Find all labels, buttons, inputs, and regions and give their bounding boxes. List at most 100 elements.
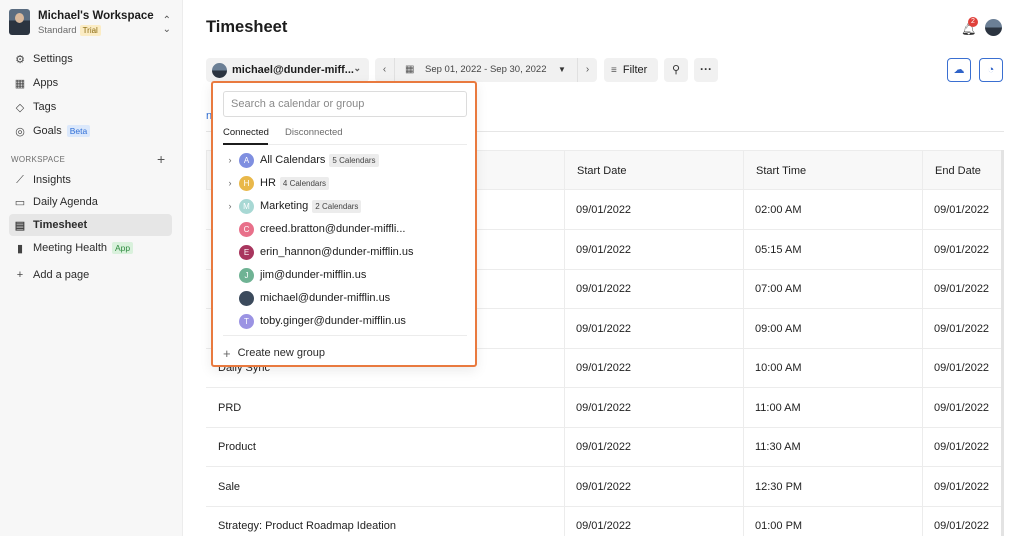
more-options-button[interactable]: ··· — [694, 58, 718, 82]
sidebar-item-meeting-health[interactable]: ▮ Meeting Health App — [9, 237, 172, 259]
chevron-down-icon: ⌄ — [353, 63, 361, 73]
table-cell: 10:00 AM — [755, 362, 802, 374]
table-cell: 09/01/2022 — [934, 322, 990, 335]
calendar-label: creed.bratton@dunder-miffli... — [260, 223, 406, 235]
filter-button[interactable]: ≡ Filter — [604, 58, 658, 82]
scrollbar[interactable] — [1001, 150, 1004, 536]
calendar-item[interactable]: Eerin_hannon@dunder-mifflin.us — [223, 241, 467, 263]
table-cell: 09/01/2022 — [576, 520, 632, 532]
filter-icon: ≡ — [611, 64, 617, 76]
table-cell: 09/01/2022 — [934, 204, 990, 216]
group-avatar: H — [239, 175, 254, 191]
sidebar-item-settings[interactable]: ⚙ Settings — [9, 48, 172, 70]
calendar-item[interactable]: michael@dunder-mifflin.us — [223, 287, 467, 309]
tag-icon: ◇ — [15, 101, 25, 114]
chevron-right-icon[interactable]: › — [223, 178, 237, 188]
sidebar-item-insights[interactable]: ⟋ Insights — [9, 169, 172, 191]
table-cell: Strategy: Product Roadmap Ideation — [218, 520, 396, 532]
table-cell: PRD — [218, 401, 242, 414]
user-calendar-select[interactable]: michael@dunder-miff... ⌄ — [206, 58, 369, 82]
column-header[interactable]: End Date — [935, 151, 981, 191]
workspace-switcher[interactable]: Michael's Workspace Standard Trial ⌃ ⌄ — [9, 9, 175, 39]
workspace-section-label: WORKSPACE — [11, 155, 66, 164]
table-cell: 09/01/2022 — [576, 204, 632, 216]
calendar-search-input[interactable] — [223, 91, 467, 117]
calendar-count-badge: 4 Calendars — [279, 176, 330, 190]
group-label: Marketing — [260, 200, 309, 212]
table-cell: 07:00 AM — [755, 283, 802, 295]
agenda-icon: ▭ — [14, 196, 26, 209]
caret-down-icon[interactable]: ▼ — [558, 65, 566, 74]
search-button[interactable]: ⚲ — [664, 58, 688, 82]
table-icon: ▤ — [14, 219, 26, 232]
calendar-item[interactable]: Ttoby.ginger@dunder-mifflin.us — [223, 310, 467, 332]
table-row[interactable]: PRD 09/01/2022 11:00 AM 09/01/2022 — [206, 388, 1004, 428]
table-cell: 11:30 AM — [755, 441, 801, 453]
table-cell: 09/01/2022 — [934, 283, 990, 295]
chevron-updown-icon: ⌃ ⌄ — [162, 15, 171, 35]
table-cell: 09/01/2022 — [934, 441, 990, 453]
table-cell: 01:00 PM — [755, 520, 803, 532]
workspace-plan: Standard Trial — [38, 24, 154, 38]
calendar-label: toby.ginger@dunder-mifflin.us — [260, 315, 406, 327]
sidebar-item-add-page[interactable]: + Add a page — [9, 264, 172, 286]
create-new-group-button[interactable]: + Create new group — [223, 342, 325, 364]
cloud-download-icon: ☁ — [953, 64, 965, 76]
sidebar-item-apps[interactable]: ▦ Apps — [9, 72, 172, 94]
table-cell: 09/01/2022 — [576, 441, 632, 453]
tab-disconnected[interactable]: Disconnected — [285, 127, 343, 138]
group-avatar: M — [239, 198, 254, 214]
column-header[interactable]: Start Date — [577, 151, 627, 191]
calendar-group-dropdown: Connected Disconnected ›AAll Calendars5 … — [211, 81, 477, 367]
table-cell: 09/01/2022 — [934, 480, 990, 493]
plus-icon: + — [223, 345, 231, 361]
date-range-text[interactable]: Sep 01, 2022 - Sep 30, 2022 — [425, 64, 547, 75]
timer-button[interactable]: ◔ — [979, 58, 1003, 82]
table-row[interactable]: Strategy: Product Roadmap Ideation 09/01/… — [206, 506, 1004, 536]
calendar-label: michael@dunder-mifflin.us — [260, 292, 391, 304]
notification-badge: 2 — [968, 17, 978, 27]
sidebar-item-timesheet[interactable]: ▤ Timesheet — [9, 214, 172, 236]
group-label: All Calendars — [260, 154, 326, 166]
date-range-picker: ‹ ▦ Sep 01, 2022 - Sep 30, 2022 ▼ › — [375, 58, 597, 82]
calendar-group-item[interactable]: › M Marketing 2 Calendars — [223, 195, 467, 217]
table-cell: Sale — [218, 480, 241, 493]
search-icon: ⚲ — [671, 64, 681, 76]
table-cell: 09:00 AM — [755, 322, 802, 335]
table-row[interactable]: Sale 09/01/2022 12:30 PM 09/01/2022 — [206, 467, 1004, 507]
next-period-button[interactable]: › — [577, 58, 597, 82]
sidebar-item-tags[interactable]: ◇ Tags — [9, 96, 172, 118]
trial-badge: Trial — [79, 25, 101, 36]
table-row[interactable]: Product 09/01/2022 11:30 AM 09/01/2022 — [206, 427, 1004, 467]
cloud-download-button[interactable]: ☁ — [947, 58, 971, 82]
table-cell: 02:00 AM — [755, 204, 802, 216]
dropdown-divider — [223, 335, 467, 336]
calendar-group-item[interactable]: › A All Calendars 5 Calendars — [223, 149, 467, 171]
table-cell: 09/01/2022 — [576, 243, 632, 256]
table-cell: 09/01/2022 — [934, 362, 990, 374]
avatar[interactable] — [985, 19, 1002, 36]
chevron-right-icon[interactable]: › — [223, 155, 237, 165]
calendar-item[interactable]: Jjim@dunder-mifflin.us — [223, 264, 467, 286]
sidebar: Michael's Workspace Standard Trial ⌃ ⌄ ⚙ Se… — [0, 0, 183, 536]
calendar-avatar: C — [239, 221, 254, 237]
chevron-right-icon[interactable]: › — [223, 201, 237, 211]
sidebar-item-goals[interactable]: ◎ Goals Beta — [9, 120, 172, 142]
table-cell: 09/01/2022 — [576, 362, 632, 374]
calendar-group-item[interactable]: › H HR 4 Calendars — [223, 172, 467, 194]
sidebar-item-daily-agenda[interactable]: ▭ Daily Agenda — [9, 191, 172, 213]
table-cell: 12:30 PM — [755, 480, 803, 493]
calendar-avatar — [239, 290, 254, 306]
tab-connected[interactable]: Connected — [223, 127, 269, 138]
calendar-count-badge: 2 Calendars — [312, 199, 362, 213]
calendar-item[interactable]: Ccreed.bratton@dunder-miffli... — [223, 218, 467, 240]
group-avatar: A — [239, 152, 254, 168]
prev-period-button[interactable]: ‹ — [375, 58, 395, 82]
add-page-plus-icon[interactable]: + — [157, 151, 165, 167]
calendar-icon: ▦ — [405, 64, 415, 75]
gear-icon: ⚙ — [15, 53, 25, 66]
column-header[interactable]: Start Time — [756, 151, 806, 191]
plus-icon: + — [16, 269, 24, 281]
group-label: HR — [260, 177, 276, 189]
table-cell: 09/01/2022 — [576, 283, 632, 295]
